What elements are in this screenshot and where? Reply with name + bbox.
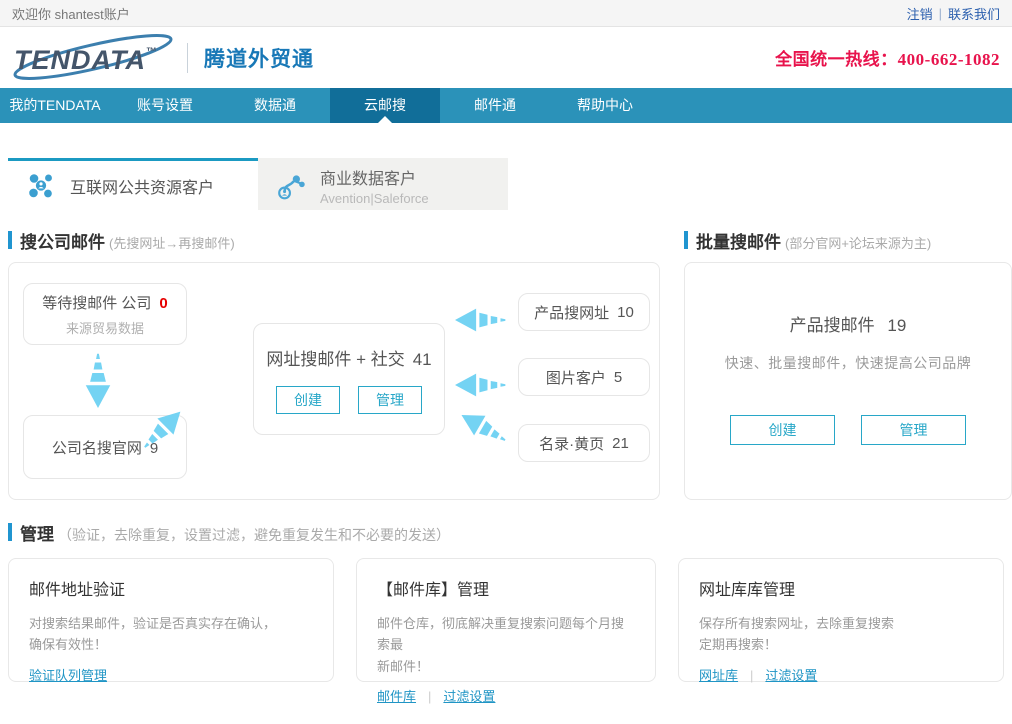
search-company-mail-header: 搜公司邮件 (先搜网址→再搜邮件) bbox=[8, 228, 660, 252]
panel-description: 快速、批量搜邮件，快速提高公司品牌 bbox=[685, 353, 1011, 373]
logout-link[interactable]: 注销 bbox=[907, 4, 933, 23]
card-description: 对搜索结果邮件，验证是否真实存在确认， 确保有效性！ bbox=[29, 613, 313, 656]
section-subtitle: (先搜网址→再搜邮件) bbox=[109, 233, 235, 252]
box-label: 图片客户 bbox=[546, 367, 606, 388]
manage-section: 管理 （验证，去除重复，设置过滤，避免重复发生和不必要的发送） 邮件地址验证 对… bbox=[0, 520, 1012, 682]
link-separator: | bbox=[939, 6, 942, 21]
tab-business-data-customers[interactable]: 商业数据客户 Avention|Saleforce bbox=[258, 158, 508, 210]
nav-item-my-tendata[interactable]: 我的TENDATA bbox=[0, 88, 110, 123]
nav-item-data-pass[interactable]: 数据通 bbox=[220, 88, 330, 123]
link-separator: | bbox=[750, 668, 753, 683]
logo-text: TENDATA bbox=[14, 40, 146, 80]
nav-item-help-center[interactable]: 帮助中心 bbox=[550, 88, 660, 123]
nav-item-mail-pass[interactable]: 邮件通 bbox=[440, 88, 550, 123]
product-name: 腾道外贸通 bbox=[204, 43, 314, 73]
top-utility-bar: 欢迎你 shantest账户 注销 | 联系我们 bbox=[0, 0, 1012, 27]
section-subtitle: (部分官网+论坛来源为主) bbox=[785, 233, 931, 252]
box-label: 名录·黄页 bbox=[539, 433, 604, 454]
welcome-text: 欢迎你 shantest账户 bbox=[12, 4, 130, 23]
box-label: 等待搜邮件 公司 bbox=[42, 295, 151, 312]
section-title: 批量搜邮件 bbox=[696, 228, 781, 253]
url-library-link[interactable]: 网址库 bbox=[699, 668, 738, 683]
create-button[interactable]: 创建 bbox=[730, 415, 835, 445]
box-count: 10 bbox=[617, 304, 634, 321]
box-count: 41 bbox=[413, 350, 432, 369]
flow-arrow-left-icon bbox=[455, 369, 507, 401]
header: TENDATA ™ 腾道外贸通 全国统一热线：400-662-1082 bbox=[0, 27, 1012, 88]
section-bar bbox=[684, 231, 688, 249]
box-count: 0 bbox=[159, 295, 167, 312]
card-title: 邮件地址验证 bbox=[29, 576, 313, 600]
main-nav: 我的TENDATA 账号设置 数据通 云邮搜 邮件通 帮助中心 bbox=[0, 88, 1012, 123]
box-label: 产品搜网址 bbox=[534, 302, 609, 323]
tab-label: 互联网公共资源客户 bbox=[70, 174, 214, 198]
url-library-manage-card: 网址库库管理 保存所有搜索网址，去除重复搜索 定期再搜索！ 网址库 | 过滤设置 bbox=[678, 558, 1004, 682]
flow-arrow-upleft-icon bbox=[453, 401, 514, 455]
card-description: 保存所有搜索网址，去除重复搜索 定期再搜索！ bbox=[699, 613, 983, 656]
hotline-text: 全国统一热线：400-662-1082 bbox=[775, 45, 1000, 70]
section-bar bbox=[8, 231, 12, 249]
batch-search-panel: 产品搜邮件 19 快速、批量搜邮件，快速提高公司品牌 创建 管理 bbox=[684, 262, 1012, 500]
card-title: 【邮件库】管理 bbox=[377, 576, 635, 600]
section-bar bbox=[8, 523, 12, 541]
email-verification-card: 邮件地址验证 对搜索结果邮件，验证是否真实存在确认， 确保有效性！ 验证队列管理 bbox=[8, 558, 334, 682]
tab-label: 商业数据客户 bbox=[320, 165, 429, 189]
mail-library-link[interactable]: 邮件库 bbox=[377, 689, 416, 704]
nav-item-account-settings[interactable]: 账号设置 bbox=[110, 88, 220, 123]
panel-count: 19 bbox=[887, 316, 906, 335]
image-customers-box: 图片客户 5 bbox=[518, 358, 650, 396]
manage-button[interactable]: 管理 bbox=[358, 386, 422, 414]
panel-title: 产品搜邮件 bbox=[790, 316, 875, 335]
logo-trademark: ™ bbox=[146, 46, 157, 58]
brand-divider bbox=[187, 43, 188, 73]
card-title: 网址库库管理 bbox=[699, 576, 983, 600]
mail-library-manage-card: 【邮件库】管理 邮件仓库，彻底解决重复搜索问题每个月搜索最 新邮件！ 邮件库|过… bbox=[356, 558, 656, 682]
contact-us-link[interactable]: 联系我们 bbox=[948, 4, 1000, 23]
box-source-note: 来源贸易数据 bbox=[66, 318, 144, 337]
verify-queue-manage-link[interactable]: 验证队列管理 bbox=[29, 668, 107, 683]
filter-settings-link[interactable]: 过滤设置 bbox=[765, 668, 817, 683]
tendata-logo[interactable]: TENDATA ™ bbox=[12, 36, 167, 80]
create-button[interactable]: 创建 bbox=[276, 386, 340, 414]
manage-button[interactable]: 管理 bbox=[861, 415, 966, 445]
box-label: 网址搜邮件 + 社交 bbox=[266, 350, 404, 369]
section-title: 搜公司邮件 bbox=[20, 228, 105, 253]
batch-search-mail-header: 批量搜邮件 (部分官网+论坛来源为主) bbox=[684, 228, 1012, 252]
section-subtitle: （验证，去除重复，设置过滤，避免重复发生和不必要的发送） bbox=[58, 525, 450, 545]
share-nodes-icon bbox=[276, 171, 306, 201]
search-flow-panel: 等待搜邮件 公司0 来源贸易数据 公司名搜官网9 网址搜邮件 + 社交41 bbox=[8, 262, 660, 500]
network-users-icon bbox=[26, 171, 56, 201]
waiting-companies-box: 等待搜邮件 公司 0 来源贸易数据 bbox=[23, 283, 187, 345]
manage-header: 管理 （验证，去除重复，设置过滤，避免重复发生和不必要的发送） bbox=[8, 520, 1004, 544]
box-label: 公司名搜官网 bbox=[52, 440, 142, 457]
tab-sublabel: Avention|Saleforce bbox=[320, 191, 429, 206]
section-title: 管理 bbox=[20, 520, 54, 545]
box-count: 5 bbox=[614, 369, 622, 386]
tab-internet-public-customers[interactable]: 互联网公共资源客户 bbox=[8, 158, 258, 210]
flow-arrow-down-icon bbox=[81, 352, 115, 408]
card-description: 邮件仓库，彻底解决重复搜索问题每个月搜索最 新邮件！ bbox=[377, 613, 635, 677]
filter-settings-link[interactable]: 过滤设置 bbox=[443, 689, 495, 704]
directory-yellowpages-box: 名录·黄页 21 bbox=[518, 424, 650, 462]
product-search-url-box: 产品搜网址 10 bbox=[518, 293, 650, 331]
box-count: 21 bbox=[612, 435, 629, 452]
tab-bar: 互联网公共资源客户 商业数据客户 Avention|Saleforce bbox=[8, 158, 1004, 210]
link-separator: | bbox=[428, 689, 431, 704]
url-search-mail-box: 网址搜邮件 + 社交 41 创建 管理 bbox=[253, 323, 445, 435]
flow-arrow-left-icon bbox=[455, 304, 507, 336]
nav-item-cloud-mail-search[interactable]: 云邮搜 bbox=[330, 88, 440, 123]
